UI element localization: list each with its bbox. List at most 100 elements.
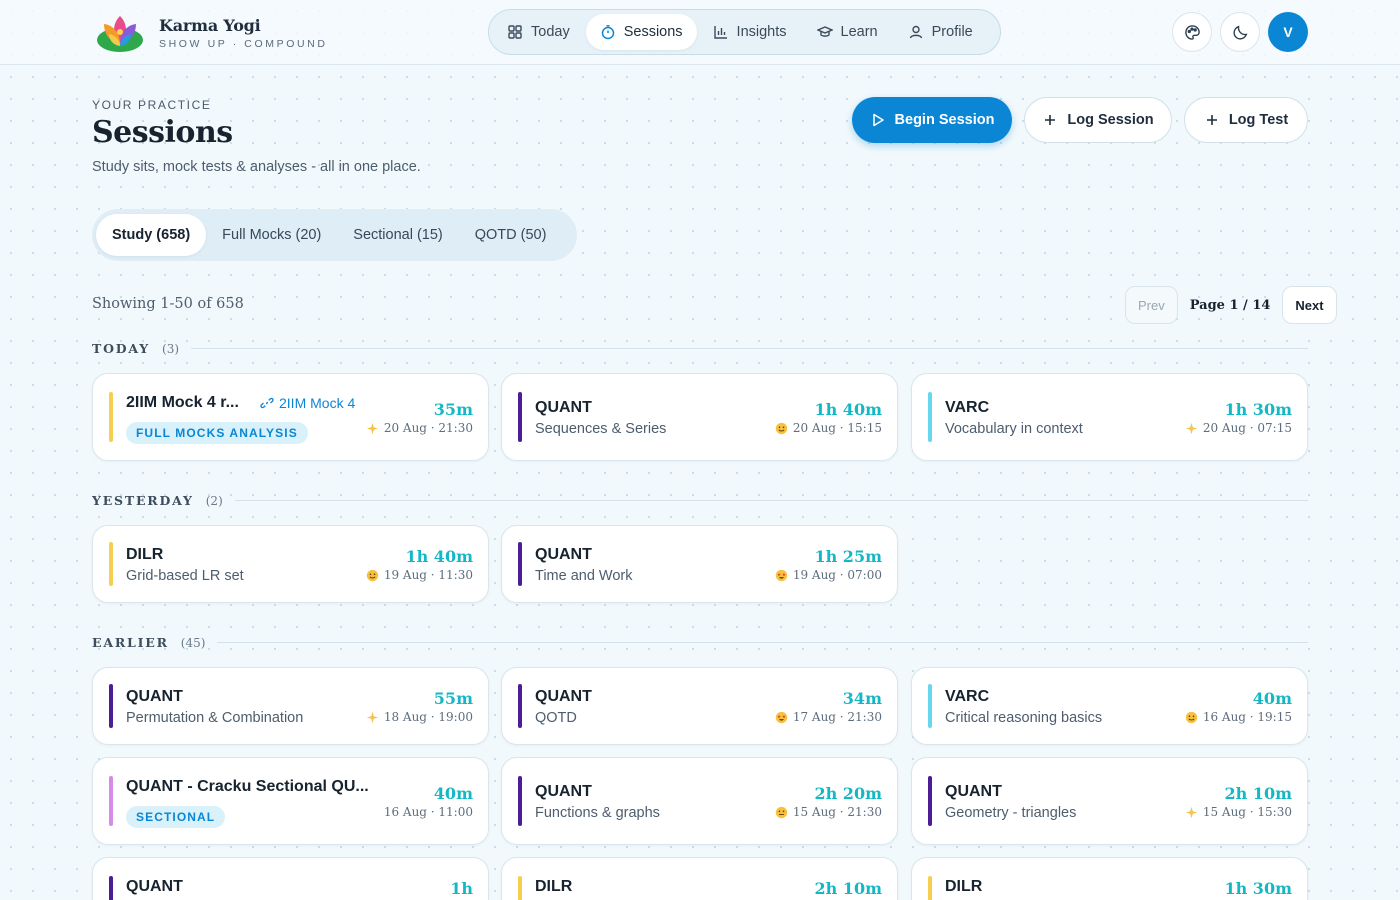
- session-card[interactable]: QUANT Sequences & Series 1h 40m 20 Aug ·…: [501, 373, 898, 461]
- nav-insights[interactable]: Insights: [699, 14, 801, 50]
- session-duration: 1h 30m: [1224, 400, 1292, 419]
- nav-learn[interactable]: Learn: [803, 14, 892, 50]
- brand-tagline: SHOW UP · COMPOUND: [159, 38, 328, 50]
- prev-page-button[interactable]: Prev: [1125, 286, 1178, 324]
- linked-mock[interactable]: 2IIM Mock 4: [260, 395, 355, 411]
- session-card[interactable]: QUANT Geometry - triangles 2h 10m 15 Aug…: [911, 757, 1308, 845]
- graduation-cap-icon: [816, 26, 833, 37]
- session-card[interactable]: DILR 2h 10m: [501, 857, 898, 900]
- pagination: Prev Page 1 / 14 Next: [1125, 286, 1337, 324]
- tab-study[interactable]: Study (658): [96, 214, 207, 256]
- results-count: Showing 1-50 of 658: [92, 296, 244, 312]
- session-duration: 1h: [450, 879, 473, 898]
- session-datetime: 20 Aug · 21:30: [383, 421, 473, 435]
- session-card[interactable]: QUANT 1h: [92, 857, 489, 900]
- session-datetime: 20 Aug · 07:15: [1202, 421, 1292, 435]
- session-topic: QOTD: [535, 710, 577, 726]
- log-test-label: Log Test: [1228, 112, 1289, 128]
- nav-insights-label: Insights: [736, 24, 787, 40]
- session-card[interactable]: QUANT - Cracku Sectional QU... SECTIONAL…: [92, 757, 489, 845]
- group-name: EARLIER: [92, 635, 169, 650]
- session-card[interactable]: QUANT QOTD 34m 17 Aug · 21:30: [501, 667, 898, 745]
- session-title: VARC: [945, 688, 990, 705]
- mood-sparkle-icon: [366, 422, 378, 434]
- subject-color-bar: [928, 776, 932, 826]
- session-duration: 1h 40m: [405, 547, 473, 566]
- session-title: 2IIM Mock 4 r...: [126, 394, 239, 411]
- subject-color-bar: [518, 876, 522, 900]
- group-count: (45): [180, 636, 206, 650]
- session-duration: 2h 20m: [814, 784, 882, 803]
- moon-icon: [1232, 25, 1247, 40]
- session-duration: 2h 10m: [1224, 784, 1292, 803]
- brand-name: Karma Yogi: [159, 16, 261, 35]
- group-name: YESTERDAY: [92, 493, 194, 508]
- session-card[interactable]: QUANT Functions & graphs 2h 20m 15 Aug ·…: [501, 757, 898, 845]
- timer-icon: [601, 25, 614, 40]
- brand[interactable]: Karma Yogi SHOW UP · COMPOUND: [95, 10, 328, 56]
- session-meta: 19 Aug · 07:00: [775, 568, 882, 582]
- session-duration: 2h 10m: [814, 879, 882, 898]
- nav-profile[interactable]: Profile: [894, 14, 987, 50]
- session-card[interactable]: VARC Critical reasoning basics 40m 16 Au…: [911, 667, 1308, 745]
- session-duration: 35m: [433, 400, 473, 419]
- log-session-button[interactable]: Log Session: [1024, 97, 1172, 143]
- subject-color-bar: [109, 876, 113, 900]
- session-title: QUANT: [535, 546, 592, 563]
- session-datetime: 16 Aug · 19:15: [1202, 710, 1292, 724]
- session-topic: Sequences & Series: [535, 421, 667, 437]
- session-topic: Critical reasoning basics: [945, 710, 1103, 726]
- user-avatar[interactable]: V: [1268, 12, 1308, 52]
- subject-color-bar: [109, 542, 113, 586]
- plus-icon: [1206, 115, 1217, 125]
- session-datetime: 19 Aug · 11:30: [383, 568, 473, 582]
- next-page-button[interactable]: Next: [1282, 286, 1337, 324]
- session-card[interactable]: 2IIM Mock 4 r... 2IIM Mock 4 FULL MOCKS …: [92, 373, 489, 461]
- session-title: QUANT: [535, 688, 592, 705]
- mood-sparkle-icon: [366, 711, 378, 723]
- session-card[interactable]: QUANT Time and Work 1h 25m 19 Aug · 07:0…: [501, 525, 898, 603]
- mood-starstruck-icon: [775, 569, 787, 581]
- mood-smile-icon: [1185, 711, 1197, 723]
- group-divider: [217, 642, 1308, 643]
- session-card[interactable]: DILR Grid-based LR set 1h 40m 19 Aug · 1…: [92, 525, 489, 603]
- session-card[interactable]: VARC Vocabulary in context 1h 30m 20 Aug…: [911, 373, 1308, 461]
- session-datetime: 17 Aug · 21:30: [792, 710, 882, 724]
- tab-full-mocks[interactable]: Full Mocks (20): [206, 214, 337, 256]
- tab-qotd[interactable]: QOTD (50): [459, 214, 563, 256]
- session-type-badge: FULL MOCKS ANALYSIS: [126, 422, 308, 444]
- subject-color-bar: [928, 876, 932, 900]
- mood-sparkle-icon: [1185, 806, 1197, 818]
- subject-color-bar: [109, 392, 113, 442]
- subject-color-bar: [518, 684, 522, 728]
- bar-chart-icon: [713, 26, 727, 39]
- session-duration: 40m: [1252, 689, 1292, 708]
- nav-today[interactable]: Today: [493, 14, 584, 50]
- dark-mode-toggle[interactable]: [1220, 12, 1260, 52]
- mood-smile-icon: [775, 422, 787, 434]
- session-meta: 16 Aug · 11:00: [384, 805, 473, 819]
- nav-profile-label: Profile: [931, 24, 973, 40]
- session-type-tabs: Study (658) Full Mocks (20) Sectional (1…: [92, 209, 577, 261]
- session-title: QUANT: [945, 783, 1002, 800]
- page-indicator: Page 1 / 14: [1189, 297, 1271, 313]
- session-meta: 20 Aug · 21:30: [366, 421, 473, 435]
- session-title: QUANT: [126, 878, 183, 895]
- log-test-button[interactable]: Log Test: [1184, 97, 1308, 143]
- session-topic: Functions & graphs: [535, 805, 660, 821]
- session-meta: 17 Aug · 21:30: [775, 710, 882, 724]
- session-topic: Time and Work: [535, 568, 633, 584]
- session-title: QUANT: [126, 688, 183, 705]
- session-card[interactable]: DILR 1h 30m: [911, 857, 1308, 900]
- session-datetime: 19 Aug · 07:00: [792, 568, 882, 582]
- session-duration: 40m: [433, 784, 473, 803]
- theme-palette-button[interactable]: [1172, 12, 1212, 52]
- tab-sectional[interactable]: Sectional (15): [337, 214, 458, 256]
- session-card[interactable]: QUANT Permutation & Combination 55m 18 A…: [92, 667, 489, 745]
- session-title: QUANT - Cracku Sectional QU...: [126, 778, 369, 795]
- session-topic: Grid-based LR set: [126, 568, 244, 584]
- begin-session-button[interactable]: Begin Session: [852, 97, 1012, 143]
- subject-color-bar: [518, 776, 522, 826]
- nav-sessions[interactable]: Sessions: [585, 14, 697, 50]
- session-meta: 15 Aug · 21:30: [775, 805, 882, 819]
